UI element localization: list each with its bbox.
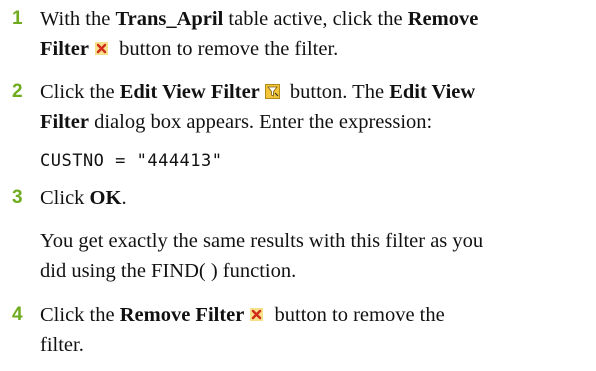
button-name: Edit View Filter	[119, 81, 260, 103]
remove-filter-icon	[94, 41, 109, 56]
step-text: Click the Edit View Filter button. The E…	[40, 81, 476, 133]
instruction-list: 1 With the Trans_April table active, cli…	[0, 0, 596, 371]
remove-filter-icon	[249, 307, 264, 322]
step-text: Click the Remove Filter button to remove…	[40, 304, 445, 356]
dialog-name: Edit View	[389, 81, 476, 103]
step-text: Click OK.	[40, 187, 127, 209]
step-text: With the Trans_April table active, click…	[40, 8, 479, 60]
button-name: Remove	[407, 8, 479, 30]
button-name: Remove Filter	[119, 304, 245, 326]
button-name: Filter	[40, 38, 89, 60]
step-number: 4	[12, 304, 23, 325]
button-name: OK	[89, 187, 122, 209]
filter-expression: CUSTNO = "444413"	[40, 151, 223, 171]
table-name: Trans_April	[115, 8, 224, 30]
dialog-name: Filter	[40, 111, 89, 133]
step-number: 2	[12, 81, 23, 102]
step-number: 1	[12, 8, 23, 29]
result-paragraph: You get exactly the same results with th…	[40, 230, 484, 282]
edit-view-filter-icon	[264, 84, 280, 99]
step-number: 3	[12, 187, 23, 208]
